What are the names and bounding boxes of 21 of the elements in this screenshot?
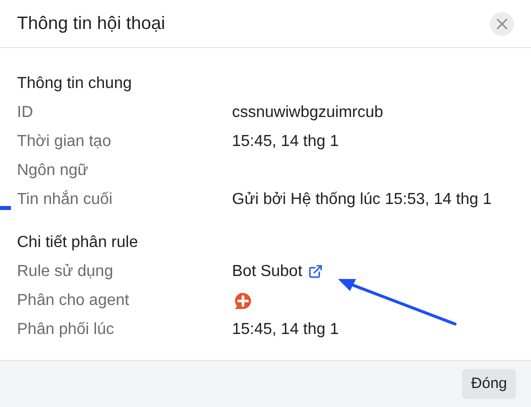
edge-marker (0, 206, 11, 210)
close-button[interactable] (490, 12, 514, 36)
field-value: 15:45, 14 thg 1 (232, 132, 339, 152)
field-value: cssnuwiwbgzuimrcub (232, 102, 384, 122)
field-label: ID (17, 102, 34, 122)
field-label: Tin nhắn cuối (17, 189, 114, 210)
section-title: Chi tiết phân rule (17, 233, 139, 253)
field-label: Ngôn ngữ (17, 160, 90, 180)
agent-avatar-icon (232, 292, 254, 310)
external-link-icon[interactable] (308, 264, 324, 279)
section-title: Thông tin chung (17, 74, 133, 94)
rule-link[interactable]: Bot Subot (232, 260, 302, 284)
field-value: Gửi bởi Hệ thống lúc 15:53, 14 thg 1 (232, 190, 492, 210)
dialog-title: Thông tin hội thoại (17, 12, 166, 35)
field-label: Phân cho agent (17, 290, 130, 310)
field-label: Rule sử dụng (17, 262, 114, 282)
close-icon (496, 18, 508, 30)
field-label: Thời gian tạo (17, 132, 112, 152)
field-value: 15:45, 14 thg 1 (232, 320, 339, 340)
close-dialog-button[interactable]: Đóng (462, 369, 516, 399)
field-label: Phân phối lúc (17, 320, 115, 340)
